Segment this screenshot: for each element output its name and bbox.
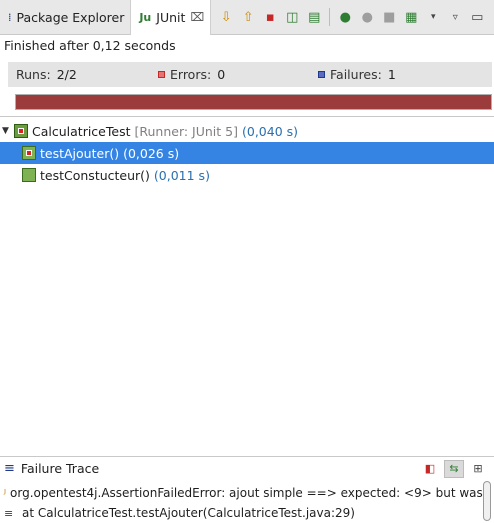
- tree-row-test-constucteur[interactable]: testConstucteur() (0,011 s): [0, 164, 494, 186]
- failure-trace-panel: ≡ Failure Trace ◧ ⇆ ⊞ ᴶ org.opentest4j.A…: [0, 456, 494, 521]
- failure-trace-title: Failure Trace: [20, 461, 100, 476]
- toolbar-separator: [329, 8, 331, 26]
- vertical-scrollbar[interactable]: [483, 481, 491, 521]
- errors-counter: Errors: 0: [158, 67, 318, 82]
- maximize-icon[interactable]: ⊞: [468, 460, 488, 478]
- rerun-icon[interactable]: ●: [334, 6, 356, 28]
- exception-icon: ᴶ: [4, 486, 7, 500]
- test-tree: ▼ CalculatriceTest [Runner: JUnit 5] (0,…: [0, 120, 494, 186]
- show-failures-only-icon[interactable]: ▪: [259, 6, 281, 28]
- next-failure-icon[interactable]: ⇩: [215, 6, 237, 28]
- junit-icon: Ju: [139, 10, 152, 24]
- layout-icon[interactable]: ▦: [400, 6, 422, 28]
- errors-label: Errors:: [170, 67, 212, 82]
- scroll-lock-icon[interactable]: ◫: [281, 6, 303, 28]
- close-icon[interactable]: ⌧: [190, 10, 204, 24]
- failure-trace-icon: ≡: [4, 461, 15, 476]
- failures-label: Failures:: [330, 67, 382, 82]
- rerun-failed-first-icon[interactable]: ●: [356, 6, 378, 28]
- runs-value: 2/2: [56, 67, 77, 82]
- previous-failure-icon[interactable]: ⇧: [237, 6, 259, 28]
- test-time: (0,011 s): [153, 167, 210, 183]
- failures-counter: Failures: 1: [318, 67, 396, 82]
- test-name: testAjouter(): [40, 145, 120, 161]
- test-name: testConstucteur(): [40, 167, 150, 183]
- runs-label: Runs:: [16, 67, 51, 82]
- test-time: (0,026 s): [123, 145, 180, 161]
- failure-trace-toolbar: ◧ ⇆ ⊞: [420, 459, 488, 478]
- stop-icon[interactable]: ■: [378, 6, 400, 28]
- trace-text: at CalculatriceTest.testAjouter(Calculat…: [22, 506, 355, 520]
- test-failed-icon: [22, 146, 36, 160]
- trace-line[interactable]: ᴶ org.opentest4j.AssertionFailedError: a…: [0, 483, 484, 503]
- run-counters: Runs: 2/2 Errors: 0 Failures: 1: [8, 62, 492, 87]
- stack-frame-icon: ≡: [4, 506, 14, 520]
- failure-trace-list: ᴶ org.opentest4j.AssertionFailedError: a…: [0, 483, 484, 523]
- test-passed-icon: [22, 168, 36, 182]
- package-explorer-icon: ⁞: [8, 10, 12, 24]
- tab-junit-label: JUnit: [156, 9, 186, 25]
- failure-trace-header: ≡ Failure Trace ◧ ⇆ ⊞: [0, 457, 494, 480]
- divider: [0, 116, 494, 117]
- progress-bar: [15, 94, 492, 110]
- progress-bar-fill: [16, 95, 491, 109]
- junit-toolbar: ⇩ ⇧ ▪ ◫ ▤ ● ● ■ ▦ ▾ ▿ ▭ □: [215, 6, 494, 28]
- tab-junit[interactable]: Ju JUnit ⌧: [130, 0, 212, 35]
- suite-time: (0,040 s): [241, 123, 299, 139]
- error-icon: [158, 71, 165, 78]
- tab-package-explorer-label: Package Explorer: [16, 9, 125, 25]
- suite-name: CalculatriceTest: [32, 123, 131, 139]
- expand-arrow-icon[interactable]: ▼: [2, 126, 14, 136]
- tree-row-test-ajouter[interactable]: testAjouter() (0,026 s): [0, 142, 494, 164]
- history-icon[interactable]: ▤: [303, 6, 325, 28]
- view-menu-icon[interactable]: ▾: [422, 6, 444, 28]
- trace-line[interactable]: ≡ at CalculatriceTest.testAjouter(Calcul…: [0, 503, 484, 523]
- filter-trace-icon[interactable]: ◧: [420, 460, 440, 478]
- view-tab-bar: ⁞ Package Explorer Ju JUnit ⌧ ⇩ ⇧ ▪ ◫ ▤ …: [0, 0, 494, 35]
- suite-runner: [Runner: JUnit 5]: [134, 123, 238, 139]
- test-suite-icon: [14, 124, 28, 138]
- run-status: Finished after 0,12 seconds: [4, 38, 176, 53]
- tab-package-explorer[interactable]: ⁞ Package Explorer: [0, 0, 130, 35]
- minimize-icon[interactable]: ▭: [466, 6, 488, 28]
- maximize-icon[interactable]: □: [488, 6, 494, 28]
- failures-value: 1: [387, 67, 396, 82]
- view-menu-icon[interactable]: ▿: [444, 6, 466, 28]
- runs-counter: Runs: 2/2: [8, 67, 158, 82]
- tree-row-suite[interactable]: ▼ CalculatriceTest [Runner: JUnit 5] (0,…: [0, 120, 494, 142]
- compare-icon[interactable]: ⇆: [444, 459, 464, 478]
- errors-value: 0: [217, 67, 226, 82]
- failure-icon: [318, 71, 325, 78]
- trace-text: org.opentest4j.AssertionFailedError: ajo…: [10, 486, 484, 500]
